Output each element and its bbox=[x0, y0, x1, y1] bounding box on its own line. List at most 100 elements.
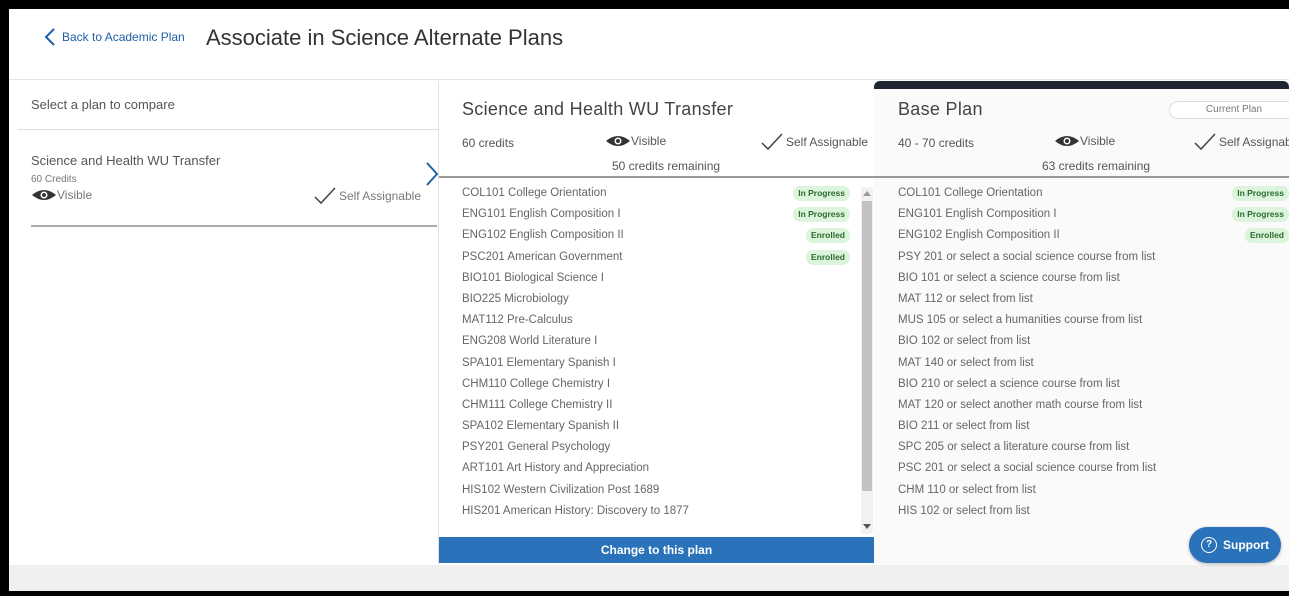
course-item: ENG101 English Composition I In Progress bbox=[462, 204, 852, 225]
course-name: PSY201 General Psychology bbox=[462, 441, 611, 454]
course-name: PSC201 American Government bbox=[462, 250, 623, 263]
eye-icon bbox=[606, 136, 630, 146]
current-plan-topbar bbox=[874, 81, 1289, 89]
course-item: PSC201 American Government Enrolled bbox=[462, 247, 852, 268]
course-name: ART101 Art History and Appreciation bbox=[462, 462, 650, 475]
plan-option-name: Science and Health WU Transfer bbox=[31, 153, 221, 168]
course-item: ART101 Art History and Appreciation bbox=[462, 458, 852, 479]
course-item: MAT 140 or select from list bbox=[898, 353, 1289, 374]
course-name: BIO225 Microbiology bbox=[462, 292, 569, 305]
current-plan-panel: Base Plan Current Plan 40 - 70 credits V… bbox=[874, 81, 1289, 565]
plan-option-underline bbox=[31, 225, 437, 227]
divider bbox=[439, 176, 874, 178]
scrollbar-thumb[interactable] bbox=[862, 201, 872, 491]
plan-option-credits: 60 Credits bbox=[31, 174, 77, 185]
course-name: COL101 College Orientation bbox=[462, 187, 607, 199]
course-name: BIO 102 or select from list bbox=[898, 335, 1031, 348]
change-to-this-plan-button[interactable]: Change to this plan bbox=[439, 537, 874, 563]
plan-option-visibility: Visible bbox=[31, 188, 92, 202]
scroll-down-arrow-icon[interactable] bbox=[863, 524, 871, 529]
course-name: HIS102 Western Civilization Post 1689 bbox=[462, 483, 660, 496]
course-item: BIO 101 or select a science course from … bbox=[898, 268, 1289, 289]
current-plan-self-assignable: Self Assignab bbox=[1194, 133, 1289, 151]
status-badge: Enrolled bbox=[1244, 228, 1289, 244]
course-name: HIS 102 or select from list bbox=[898, 504, 1030, 517]
course-name: ENG102 English Composition II bbox=[898, 229, 1060, 242]
course-name: COL101 College Orientation bbox=[898, 187, 1043, 199]
status-badge: In Progress bbox=[1232, 186, 1289, 201]
course-name: ENG208 World Literature I bbox=[462, 335, 598, 348]
course-item: ENG102 English Composition II Enrolled bbox=[898, 225, 1289, 246]
course-item: BIO 211 or select from list bbox=[898, 416, 1289, 437]
question-circle-icon: ? bbox=[1201, 537, 1217, 553]
course-name: SPA101 Elementary Spanish I bbox=[462, 356, 616, 369]
course-name: ENG101 English Composition I bbox=[898, 208, 1057, 221]
back-to-academic-plan-link[interactable]: Back to Academic Plan bbox=[44, 27, 185, 47]
course-name: CHM 110 or select from list bbox=[898, 483, 1036, 496]
self-assignable-label: Self Assignable bbox=[338, 189, 421, 203]
compared-plan-panel: Science and Health WU Transfer 60 credit… bbox=[439, 81, 874, 565]
compared-plan-title: Science and Health WU Transfer bbox=[462, 99, 734, 119]
course-name: PSC 201 or select a social science cours… bbox=[898, 462, 1157, 475]
eye-icon bbox=[1055, 136, 1079, 146]
course-item: MAT112 Pre-Calculus bbox=[462, 310, 852, 331]
back-link-label: Back to Academic Plan bbox=[62, 30, 185, 44]
plan-option-card[interactable]: Science and Health WU Transfer 60 Credit… bbox=[31, 131, 439, 224]
course-list-scrollbar[interactable] bbox=[861, 187, 873, 534]
compared-plan-credits: 60 credits bbox=[462, 136, 515, 150]
current-plan-visibility: Visible bbox=[1054, 134, 1115, 148]
self-assignable-label: Self Assignab bbox=[1219, 135, 1289, 149]
course-item: HIS201 American History: Discovery to 18… bbox=[462, 501, 852, 522]
plan-selector-heading: Select a plan to compare bbox=[31, 97, 175, 112]
course-item: ENG208 World Literature I bbox=[462, 331, 852, 352]
course-item: MUS 105 or select a humanities course fr… bbox=[898, 310, 1289, 331]
divider bbox=[18, 129, 439, 130]
course-name: MUS 105 or select a humanities course fr… bbox=[898, 314, 1143, 327]
self-assignable-label: Self Assignable bbox=[786, 135, 869, 149]
eye-icon bbox=[32, 190, 56, 200]
checkmark-icon bbox=[761, 133, 783, 151]
status-badge: Enrolled bbox=[805, 249, 850, 265]
course-name: SPC 205 or select a literature course fr… bbox=[898, 441, 1130, 454]
current-plan-badge: Current Plan bbox=[1169, 101, 1289, 119]
course-name: CHM111 College Chemistry II bbox=[462, 398, 613, 411]
scroll-up-arrow-icon[interactable] bbox=[863, 191, 871, 196]
course-item: ENG101 English Composition I In Progress bbox=[898, 204, 1289, 225]
visibility-label: Visible bbox=[57, 188, 93, 202]
visibility-label: Visible bbox=[1080, 134, 1116, 148]
course-name: MAT 112 or select from list bbox=[898, 292, 1033, 305]
checkmark-icon bbox=[1194, 133, 1216, 151]
status-badge: Enrolled bbox=[805, 228, 850, 244]
course-item: PSY201 General Psychology bbox=[462, 437, 852, 458]
chevron-right-icon[interactable] bbox=[425, 161, 439, 187]
course-item: SPA102 Elementary Spanish II bbox=[462, 416, 852, 437]
course-name: BIO 211 or select from list bbox=[898, 420, 1030, 433]
course-name: MAT 120 or select another math course fr… bbox=[898, 398, 1143, 411]
course-name: ENG101 English Composition I bbox=[462, 208, 621, 221]
course-item: BIO101 Biological Science I bbox=[462, 268, 852, 289]
course-name: BIO 210 or select a science course from … bbox=[898, 377, 1120, 390]
app-frame: Back to Academic Plan Associate in Scien… bbox=[9, 9, 1289, 591]
current-plan-remaining: 63 credits remaining bbox=[1042, 159, 1151, 173]
course-item: BIO 102 or select from list bbox=[898, 331, 1289, 352]
support-label: Support bbox=[1223, 538, 1269, 552]
course-name: CHM110 College Chemistry I bbox=[462, 377, 611, 390]
course-item: HIS 102 or select from list bbox=[898, 501, 1289, 522]
course-name: ENG102 English Composition II bbox=[462, 229, 624, 242]
course-item: SPA101 Elementary Spanish I bbox=[462, 353, 852, 374]
support-button[interactable]: ? Support bbox=[1189, 527, 1281, 563]
current-plan-title: Base Plan bbox=[898, 99, 983, 119]
course-name: HIS201 American History: Discovery to 18… bbox=[462, 504, 689, 517]
course-item: SPC 205 or select a literature course fr… bbox=[898, 437, 1289, 458]
status-badge: In Progress bbox=[793, 207, 850, 223]
plan-option-self-assignable: Self Assignable bbox=[314, 187, 421, 205]
visibility-label: Visible bbox=[631, 134, 667, 148]
compared-plan-visibility: Visible bbox=[605, 134, 666, 148]
course-name: MAT 140 or select from list bbox=[898, 356, 1034, 369]
compared-plan-course-list: COL101 College Orientation In Progress EN… bbox=[462, 183, 852, 522]
chevron-left-icon bbox=[44, 28, 55, 46]
current-plan-course-list: COL101 College Orientation In Progress EN… bbox=[898, 183, 1289, 522]
course-name: MAT112 Pre-Calculus bbox=[462, 314, 573, 327]
course-item: CHM110 College Chemistry I bbox=[462, 374, 852, 395]
course-item: PSY 201 or select a social science cours… bbox=[898, 247, 1289, 268]
